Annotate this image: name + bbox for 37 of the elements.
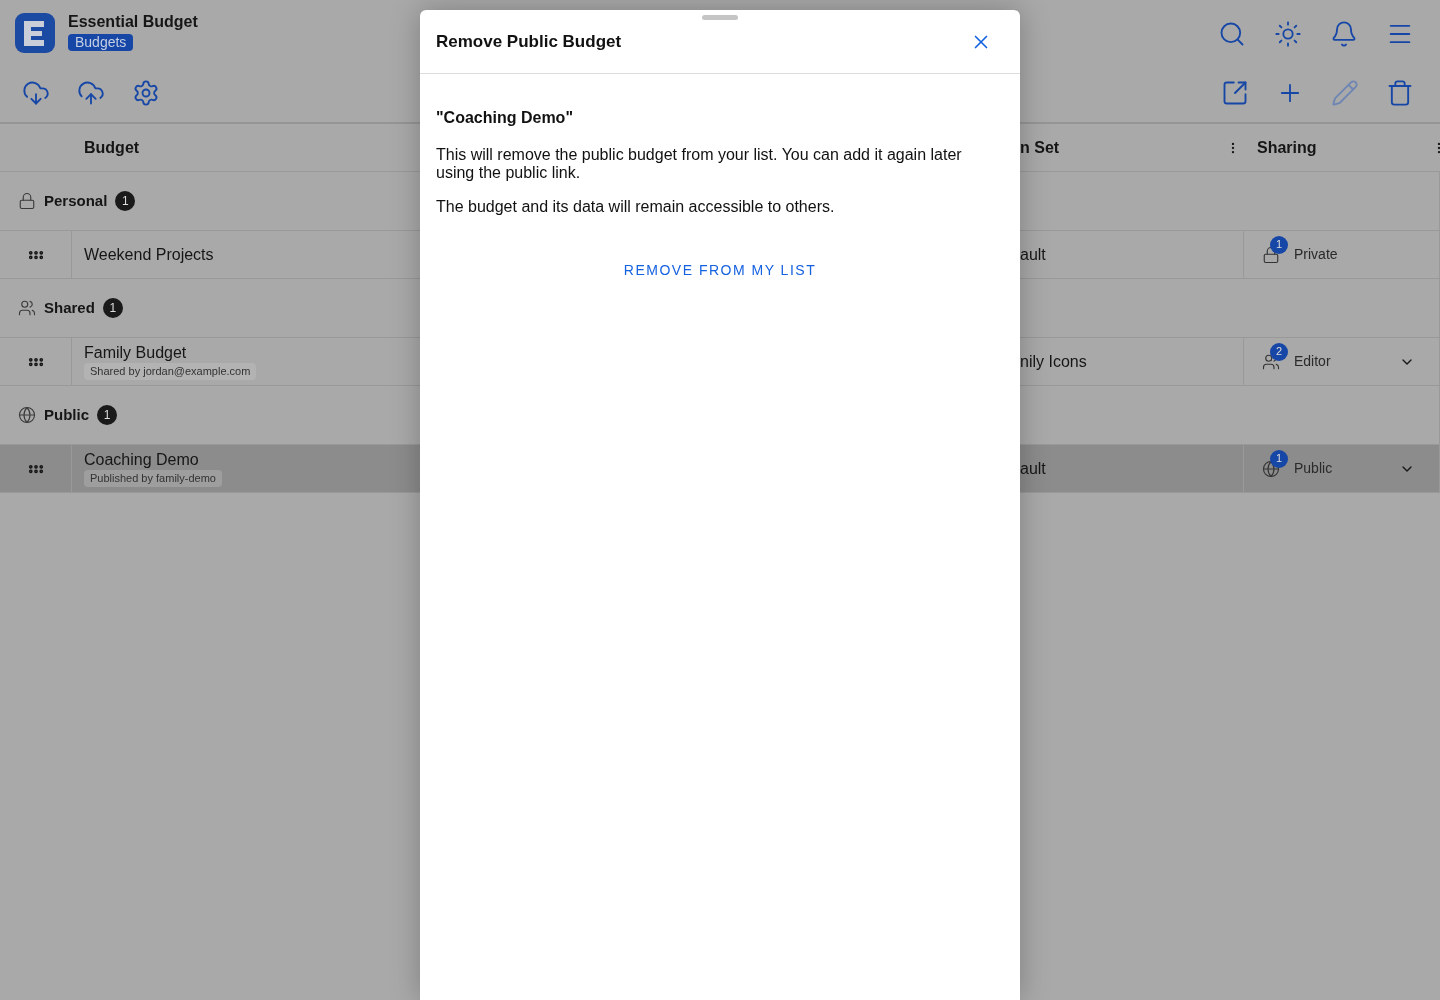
sharing-cell[interactable]: 1 Public bbox=[1244, 445, 1440, 492]
table-cell-text: nily Icons bbox=[1020, 351, 1087, 372]
dialog-heading: "Coaching Demo" bbox=[436, 108, 574, 128]
sharing-label: Private bbox=[1294, 245, 1338, 264]
table-cell-text: ault bbox=[1020, 458, 1046, 479]
budget-name: Weekend Projects bbox=[84, 244, 214, 265]
globe-icon bbox=[18, 406, 36, 424]
dialog-message: This will remove the public budget from your list. You can add it again later using the public link. bbox=[436, 146, 963, 182]
budget-name: Coaching Demo bbox=[84, 450, 199, 471]
budget-name: Family Budget bbox=[84, 343, 187, 364]
dialog-message: The budget and its data will remain accessible to others. bbox=[436, 198, 836, 216]
remove-from-list-button[interactable]: REMOVE FROM MY LIST bbox=[615, 260, 825, 281]
column-header[interactable]: Budget bbox=[0, 135, 420, 160]
budget-note: Published by family-demo bbox=[84, 470, 222, 487]
count-badge: 1 bbox=[115, 191, 136, 211]
dialog-title: Remove Public Budget bbox=[436, 30, 622, 53]
count-badge: 1 bbox=[102, 298, 123, 318]
people-icon bbox=[18, 299, 36, 317]
count-badge: 1 bbox=[1270, 235, 1288, 254]
column-header[interactable]: Sharing bbox=[1244, 135, 1317, 160]
app-title: Essential Budget bbox=[68, 12, 198, 32]
app-section-label: Budgets bbox=[68, 34, 134, 51]
count-badge: 1 bbox=[97, 405, 117, 425]
table-cell-text: ault bbox=[1020, 244, 1046, 265]
column-header[interactable]: n Set bbox=[1020, 135, 1060, 160]
count-badge: 1 bbox=[1270, 449, 1288, 468]
sharing-cell[interactable]: 2 Editor bbox=[1244, 338, 1440, 385]
group-title: Public bbox=[44, 404, 89, 425]
lock-icon bbox=[18, 192, 36, 210]
budget-note: Shared by jordan@example.com bbox=[84, 363, 257, 380]
group-title: Personal bbox=[44, 190, 108, 211]
count-badge: 2 bbox=[1270, 342, 1288, 361]
group-title: Shared bbox=[44, 297, 95, 318]
logo-icon bbox=[14, 12, 56, 54]
sharing-label: Public bbox=[1294, 459, 1333, 478]
sharing-label: Editor bbox=[1294, 352, 1331, 371]
sharing-cell[interactable]: 1 Private bbox=[1244, 231, 1440, 278]
